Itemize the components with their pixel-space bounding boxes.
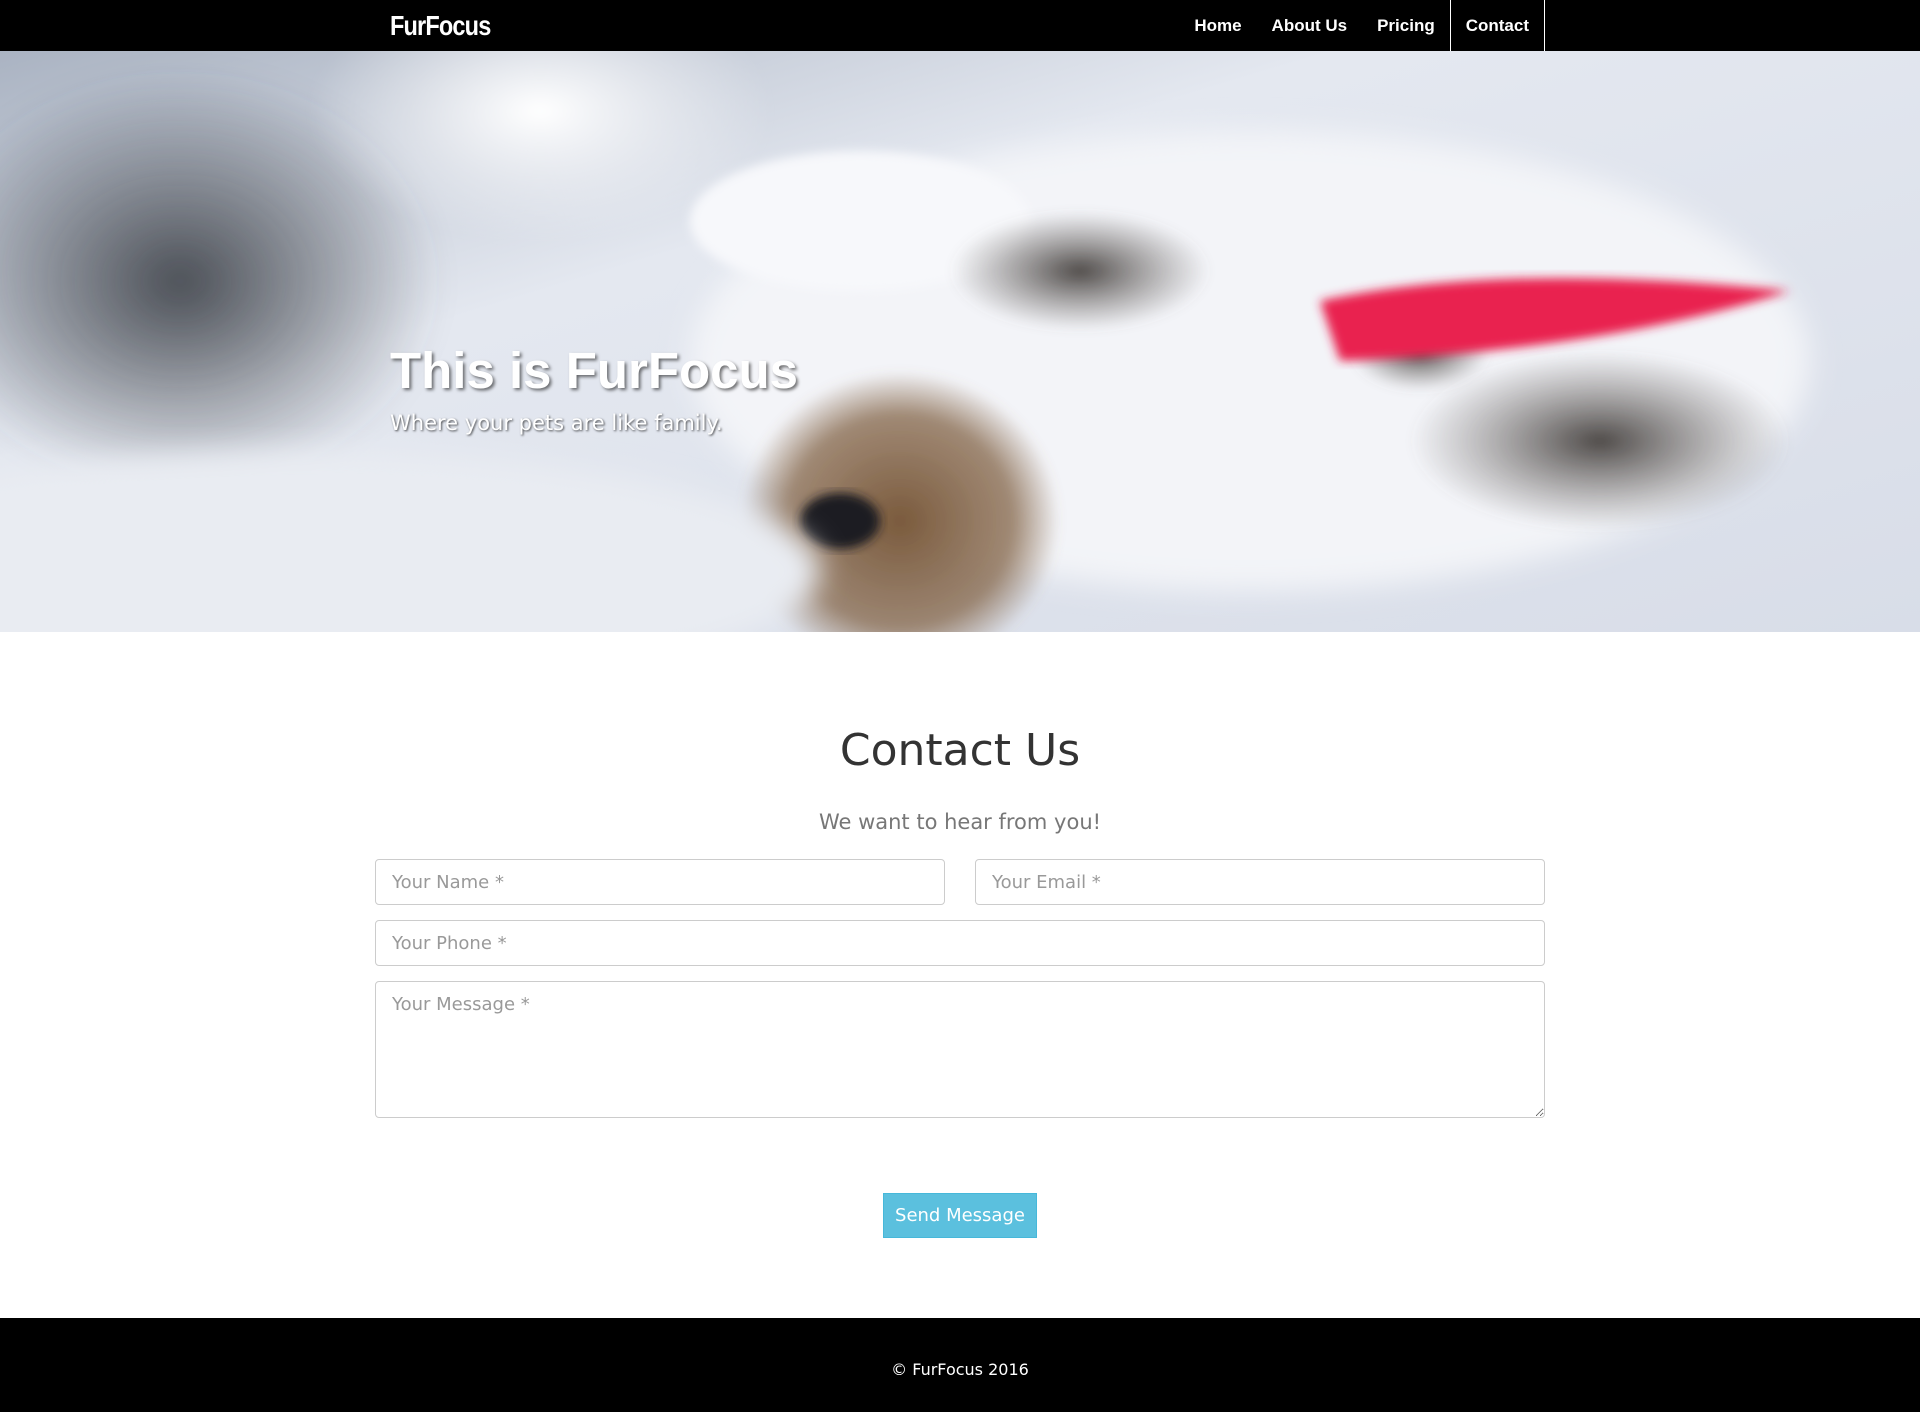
send-message-button[interactable]: Send Message <box>883 1193 1037 1238</box>
nav-item-home[interactable]: Home <box>1179 0 1256 51</box>
phone-input[interactable] <box>375 920 1545 966</box>
contact-subtitle: We want to hear from you! <box>818 810 1102 834</box>
nav-item-contact[interactable]: Contact <box>1449 0 1545 51</box>
email-input[interactable] <box>975 859 1545 905</box>
nav-item-pricing[interactable]: Pricing <box>1362 0 1450 51</box>
brand-logo[interactable]: FurFocus <box>390 0 491 51</box>
footer-copyright: © FurFocus 2016 <box>891 1360 1029 1379</box>
footer: © FurFocus 2016 <box>0 1318 1920 1412</box>
nav-item-about-us[interactable]: About Us <box>1257 0 1363 51</box>
hero-background-image <box>0 51 1920 632</box>
navbar: FurFocus Home About Us Pricing Contact <box>0 0 1920 51</box>
hero-title: This is FurFocus <box>390 342 799 399</box>
nav-menu: Home About Us Pricing Contact <box>1179 0 1545 51</box>
contact-title: Contact Us <box>839 725 1081 776</box>
hero-banner: This is FurFocus Where your pets are lik… <box>0 51 1920 632</box>
message-textarea[interactable] <box>375 981 1545 1118</box>
hero-subtitle: Where your pets are like family. <box>390 411 723 435</box>
name-input[interactable] <box>375 859 945 905</box>
